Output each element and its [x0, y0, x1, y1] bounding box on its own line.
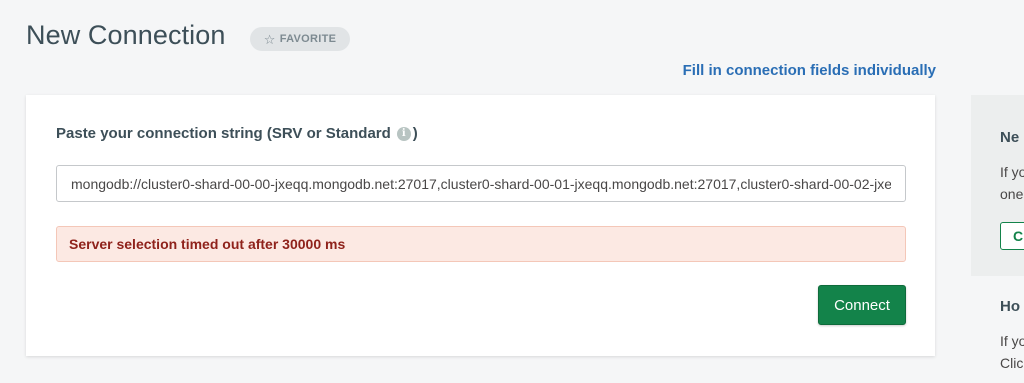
- connection-string-label-close: ): [412, 125, 418, 142]
- side-panel-text-line1: If yo: [1000, 164, 1024, 180]
- side-panel-button[interactable]: C: [1000, 222, 1024, 250]
- fill-in-fields-link[interactable]: Fill in connection fields individually: [683, 62, 936, 79]
- connection-string-label: Paste your connection string (SRV or Sta…: [56, 125, 418, 142]
- side-panel-new: Ne If yo one C: [971, 95, 1024, 276]
- connection-string-input[interactable]: [56, 165, 906, 202]
- info-icon[interactable]: i: [396, 126, 411, 141]
- connection-card: Paste your connection string (SRV or Sta…: [26, 95, 935, 356]
- connect-button[interactable]: Connect: [818, 285, 906, 325]
- side-lower-title: Ho: [1000, 298, 1020, 315]
- favorite-label: FAVORITE: [279, 33, 337, 45]
- side-panel-text: If yo one: [1000, 161, 1024, 205]
- favorite-button[interactable]: ☆ FAVORITE: [250, 27, 350, 51]
- side-lower-text: If yo Clic: [1000, 330, 1024, 374]
- side-panel-text-line2: one: [1000, 186, 1024, 202]
- error-message: Server selection timed out after 30000 m…: [56, 226, 906, 262]
- side-panel-how: Ho If yo Clic: [971, 290, 1024, 383]
- side-panel-title: Ne: [1000, 129, 1020, 146]
- side-lower-text-line1: If yo: [1000, 333, 1024, 349]
- star-outline-icon: ☆: [263, 31, 276, 47]
- connection-string-label-text: Paste your connection string (SRV or Sta…: [56, 125, 391, 142]
- side-lower-text-line2: Clic: [1000, 355, 1024, 371]
- page-title: New Connection: [26, 20, 226, 50]
